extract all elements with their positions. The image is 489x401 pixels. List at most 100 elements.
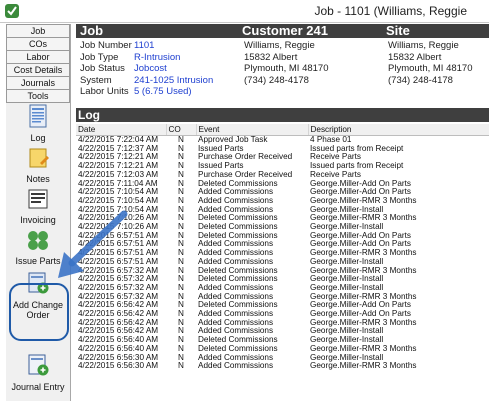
log-description: George.Miller-Install	[310, 327, 384, 336]
log-table: Date CO Event Description 4/22/2015 7:22…	[76, 124, 489, 371]
log-description: George.Miller-Install	[310, 275, 384, 284]
log-row[interactable]: 4/22/2015 6:57:32 AM N Deleted Commissions…	[76, 267, 489, 276]
log-description: George.Miller-RMR 3 Months	[310, 344, 417, 353]
log-row[interactable]: 4/22/2015 7:10:54 AM N Added Commissions Ge…	[76, 188, 489, 197]
job-window: Job - 1101 (Williams, Reggie Job COs Lab…	[0, 0, 489, 401]
log-description: George.Miller-Add On Parts	[310, 188, 412, 197]
log-event: Added Commissions	[198, 205, 274, 214]
tab-tools[interactable]: Tools	[6, 90, 70, 103]
log-co: N	[178, 153, 184, 162]
log-event: Added Commissions	[198, 240, 274, 249]
column-header-description[interactable]: Description	[308, 124, 489, 136]
column-header-date[interactable]: Date	[76, 124, 167, 136]
log-row[interactable]: 4/22/2015 6:56:40 AM N Deleted Commissions…	[76, 345, 489, 354]
log-event: Added Commissions	[198, 362, 274, 371]
labor-units-value[interactable]: 5 (6.75 Used)	[134, 86, 213, 98]
log-row[interactable]: 4/22/2015 6:57:32 AM N Deleted Commissions…	[76, 275, 489, 284]
journal-entry-button[interactable]: Journal Entry	[6, 353, 70, 392]
log-event: Added Commissions	[198, 249, 274, 258]
log-co: N	[178, 240, 184, 249]
site-street: 15832 Albert	[388, 51, 442, 63]
log-row[interactable]: 4/22/2015 7:10:26 AM N Deleted Commissions…	[76, 214, 489, 223]
invoicing-button[interactable]: Invoicing	[6, 188, 70, 225]
column-header-co[interactable]: CO	[166, 124, 197, 136]
log-co: N	[178, 362, 184, 371]
log-description: George.Miller-RMR 3 Months	[310, 266, 417, 275]
log-row[interactable]: 4/22/2015 7:12:21 AM N Issued Parts Issued …	[76, 162, 489, 171]
log-description: George.Miller-RMR 3 Months	[310, 318, 417, 327]
job-header: Job	[80, 23, 104, 38]
log-row[interactable]: 4/22/2015 6:57:32 AM N Added Commissions Ge…	[76, 284, 489, 293]
log-date: 4/22/2015 6:56:42 AM	[78, 327, 159, 336]
log-co: N	[178, 162, 184, 171]
log-date: 4/22/2015 6:56:42 AM	[78, 318, 159, 327]
log-row[interactable]: 4/22/2015 6:57:51 AM N Deleted Commissions…	[76, 232, 489, 241]
job-type-value[interactable]: R-Intrusion	[134, 52, 213, 64]
log-row[interactable]: 4/22/2015 6:57:51 AM N Added Commissions Ge…	[76, 258, 489, 267]
log-row[interactable]: 4/22/2015 7:10:54 AM N Added Commissions Ge…	[76, 197, 489, 206]
log-event: Added Commissions	[198, 310, 274, 319]
log-row[interactable]: 4/22/2015 6:57:32 AM N Added Commissions Ge…	[76, 293, 489, 302]
log-row[interactable]: 4/22/2015 6:57:51 AM N Added Commissions Ge…	[76, 240, 489, 249]
invoicing-icon	[28, 189, 48, 209]
log-description: George.Miller-Install	[310, 205, 384, 214]
log-description: George.Miller-RMR 3 Months	[310, 214, 417, 223]
tab-labor[interactable]: Labor	[6, 51, 70, 64]
log-row[interactable]: 4/22/2015 6:56:42 AM N Added Commissions Ge…	[76, 327, 489, 336]
log-co: N	[178, 144, 184, 153]
log-row[interactable]: 4/22/2015 6:56:42 AM N Added Commissions Ge…	[76, 310, 489, 319]
column-header-event[interactable]: Event	[196, 124, 309, 136]
log-event: Deleted Commissions	[198, 223, 278, 232]
log-row[interactable]: 4/22/2015 7:22:04 AM N Approved Job Task 4 …	[76, 136, 489, 145]
log-description: George.Miller-RMR 3 Months	[310, 196, 417, 205]
system-value[interactable]: 241-1025 Intrusion	[134, 75, 213, 87]
issue-parts-button[interactable]: Issue Parts	[6, 229, 70, 266]
tab-journals[interactable]: Journals	[6, 77, 70, 90]
tab-cos[interactable]: COs	[6, 38, 70, 51]
log-co: N	[178, 135, 184, 144]
customer-city: Plymouth, MI 48170	[244, 63, 329, 74]
log-description: 4 Phase 01	[310, 135, 352, 144]
log-event: Deleted Commissions	[198, 214, 278, 223]
log-header-bar: Log	[76, 108, 489, 122]
log-row[interactable]: 4/22/2015 6:56:42 AM N Deleted Commissions…	[76, 301, 489, 310]
log-date: 4/22/2015 7:10:54 AM	[78, 196, 159, 205]
log-row[interactable]: 4/22/2015 7:11:04 AM N Deleted Commissions…	[76, 180, 489, 189]
tab-job[interactable]: Job	[6, 24, 70, 38]
log-date: 4/22/2015 6:57:32 AM	[78, 292, 159, 301]
notes-label: Notes	[26, 174, 50, 184]
log-date: 4/22/2015 6:57:32 AM	[78, 266, 159, 275]
highlight-ring	[9, 283, 69, 341]
log-description: George.Miller-Install	[310, 257, 384, 266]
log-row[interactable]: 4/22/2015 6:56:42 AM N Added Commissions Ge…	[76, 319, 489, 328]
notes-button[interactable]: Notes	[6, 147, 70, 184]
title-bar: Job - 1101 (Williams, Reggie	[0, 0, 489, 23]
job-number-value[interactable]: 1101	[134, 40, 213, 52]
log-date: 4/22/2015 7:10:54 AM	[78, 188, 159, 197]
log-row[interactable]: 4/22/2015 6:57:51 AM N Added Commissions Ge…	[76, 249, 489, 258]
log-header-row: Date CO Event Description	[76, 124, 489, 136]
site-name: Williams, Reggie	[388, 40, 459, 51]
log-row[interactable]: 4/22/2015 6:56:40 AM N Deleted Commissions…	[76, 336, 489, 345]
log-event: Purchase Order Received	[198, 153, 293, 162]
log-row[interactable]: 4/22/2015 6:56:30 AM N Added Commissions Ge…	[76, 362, 489, 371]
nav-tabs: Job COs Labor Cost Details Journals Tool…	[6, 24, 70, 103]
log-description: George.Miller-Add On Parts	[310, 240, 412, 249]
log-description: George.Miller-Add On Parts	[310, 301, 412, 310]
log-co: N	[178, 336, 184, 345]
log-row[interactable]: 4/22/2015 7:12:21 AM N Purchase Order Rece…	[76, 153, 489, 162]
log-button[interactable]: Log	[6, 104, 70, 143]
log-event: Issued Parts	[198, 144, 244, 153]
log-row[interactable]: 4/22/2015 7:10:26 AM N Deleted Commissions…	[76, 223, 489, 232]
tab-cost-details[interactable]: Cost Details	[6, 64, 70, 77]
log-row[interactable]: 4/22/2015 7:12:37 AM N Issued Parts Issued …	[76, 145, 489, 154]
log-event: Added Commissions	[198, 318, 274, 327]
journal-entry-label: Journal Entry	[11, 382, 65, 392]
log-row[interactable]: 4/22/2015 6:56:30 AM N Added Commissions Ge…	[76, 354, 489, 363]
job-status-value[interactable]: Jobcost	[134, 63, 213, 75]
log-row[interactable]: 4/22/2015 7:10:54 AM N Added Commissions Ge…	[76, 206, 489, 215]
job-info-labels: Job Number Job Type Job Status System La…	[80, 40, 132, 98]
log-row[interactable]: 4/22/2015 7:12:03 AM N Purchase Order Rece…	[76, 171, 489, 180]
log-date: 4/22/2015 7:10:54 AM	[78, 205, 159, 214]
log-description: Issued parts from Receipt	[310, 144, 404, 153]
